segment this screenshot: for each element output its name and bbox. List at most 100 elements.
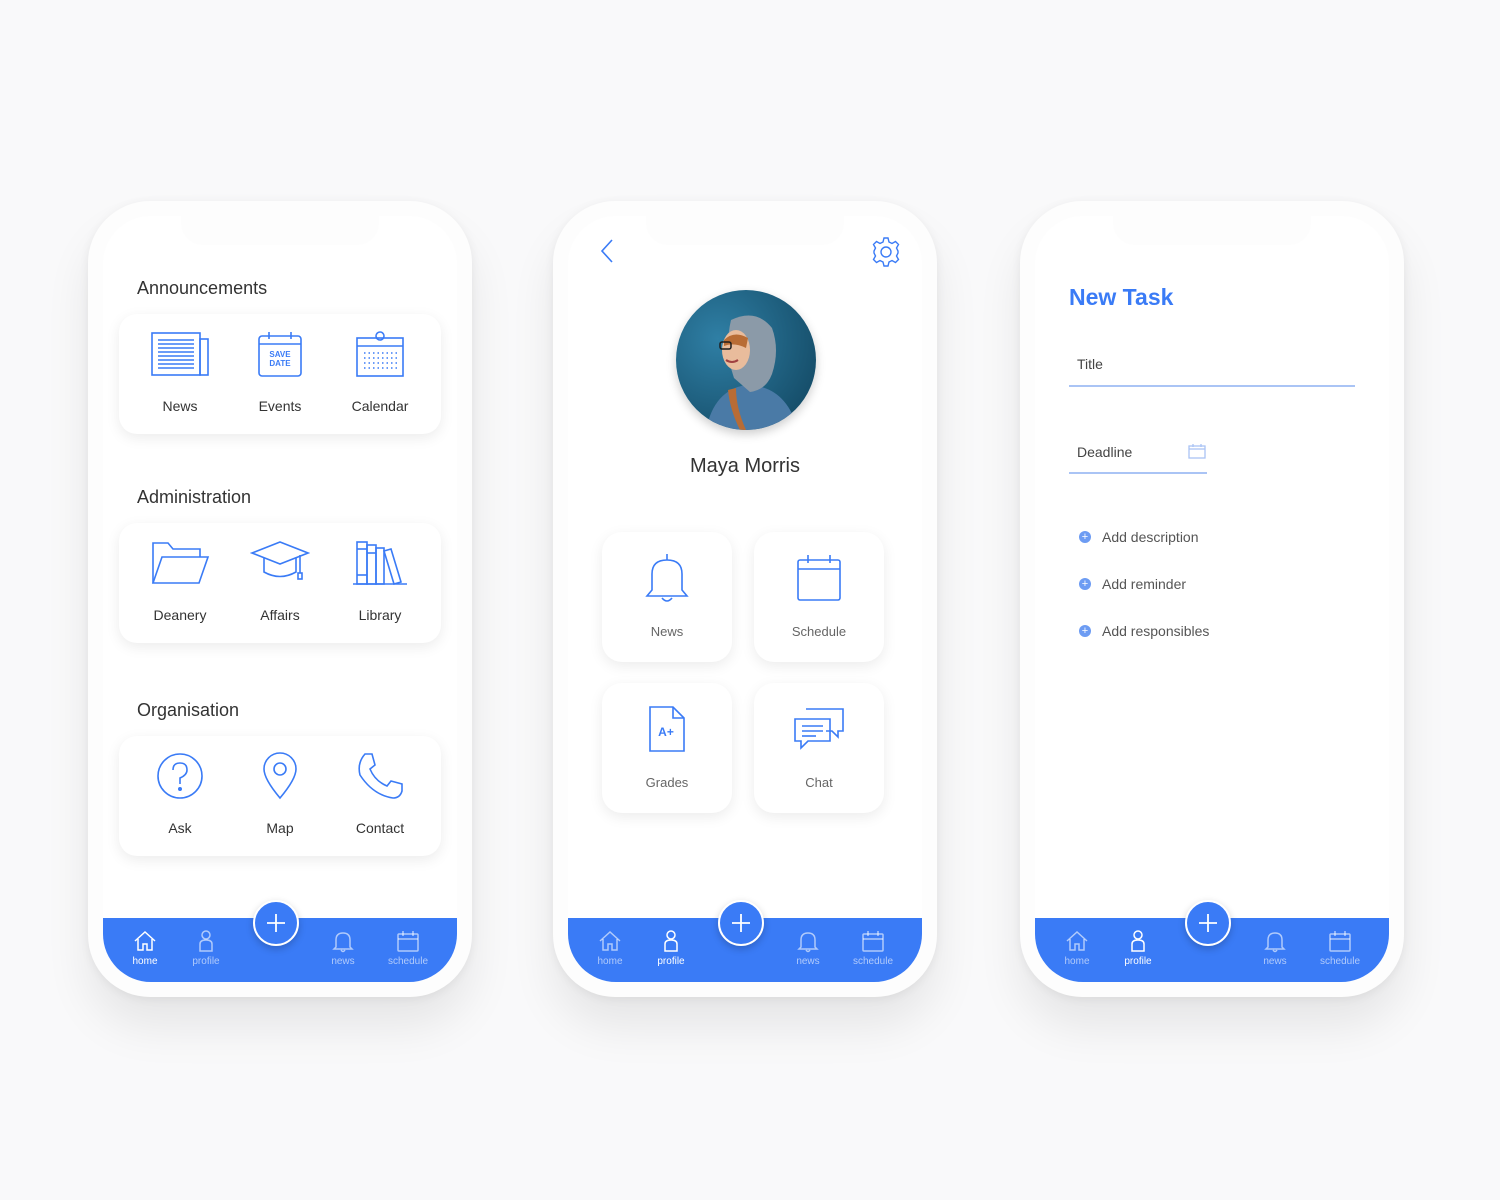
section-title-organisation: Organisation: [137, 700, 240, 720]
bell-icon: [313, 928, 373, 954]
calendar-icon: [1310, 928, 1370, 954]
tile-news[interactable]: News: [602, 532, 732, 662]
tab-label: news: [1263, 956, 1287, 967]
svg-text:DATE: DATE: [269, 359, 291, 368]
home-icon: [580, 928, 640, 954]
tile-grades[interactable]: A+ Grades: [602, 683, 732, 813]
new-task-screen: New Task Title Deadline + Add descriptio…: [1035, 216, 1389, 982]
tile-affairs[interactable]: Affairs: [230, 523, 330, 643]
tile-contact[interactable]: Contact: [330, 736, 430, 856]
add-responsibles-button[interactable]: + Add responsibles: [1079, 621, 1209, 641]
add-reminder-button[interactable]: + Add reminder: [1079, 574, 1186, 594]
deadline-field[interactable]: Deadline: [1069, 444, 1207, 474]
tile-map[interactable]: Map: [230, 736, 330, 856]
tab-home[interactable]: home: [580, 928, 640, 974]
tile-label: Calendar: [351, 398, 409, 414]
add-button[interactable]: [718, 900, 764, 946]
tab-schedule[interactable]: schedule: [378, 928, 438, 974]
administration-card: Deanery Affairs Library: [119, 523, 441, 643]
plus-icon: [267, 914, 285, 932]
person-icon: [176, 928, 236, 954]
tab-label: home: [132, 956, 158, 967]
tile-chat[interactable]: Chat: [754, 683, 884, 813]
back-button[interactable]: [596, 236, 620, 266]
folder-icon: [148, 537, 212, 589]
tab-label: home: [1064, 956, 1090, 967]
books-icon: [348, 537, 412, 589]
tab-bar: home profile news schedule: [103, 900, 457, 982]
tile-label: News: [650, 624, 684, 639]
tab-profile[interactable]: profile: [1108, 928, 1168, 974]
chat-bubbles-icon: [787, 699, 851, 759]
tile-schedule[interactable]: Schedule: [754, 532, 884, 662]
tab-profile[interactable]: profile: [641, 928, 701, 974]
add-action-label: Add reminder: [1102, 576, 1187, 592]
tab-news[interactable]: news: [778, 928, 838, 974]
tab-label: schedule: [1319, 956, 1361, 967]
tab-news[interactable]: news: [313, 928, 373, 974]
tab-profile[interactable]: profile: [176, 928, 236, 974]
tab-news[interactable]: news: [1245, 928, 1305, 974]
tile-news[interactable]: News: [130, 314, 230, 434]
tile-label: News: [162, 398, 198, 414]
settings-button[interactable]: [870, 236, 902, 268]
notch: [646, 216, 844, 245]
grade-document-icon: A+: [635, 699, 699, 759]
add-button[interactable]: [253, 900, 299, 946]
tile-events[interactable]: SAVE DATE Events: [230, 314, 330, 434]
tile-label: Deanery: [153, 607, 207, 623]
tab-label: profile: [192, 956, 220, 967]
plus-circle-icon: +: [1079, 578, 1091, 590]
calendar-icon: [843, 928, 903, 954]
title-field-label: Title: [1077, 356, 1103, 372]
plus-icon: [1199, 914, 1217, 932]
tab-schedule[interactable]: schedule: [843, 928, 903, 974]
bell-icon: [1245, 928, 1305, 954]
tile-calendar[interactable]: Calendar: [330, 314, 430, 434]
gear-icon: [872, 237, 900, 267]
bell-icon: [778, 928, 838, 954]
tab-schedule[interactable]: schedule: [1310, 928, 1370, 974]
tile-deanery[interactable]: Deanery: [130, 523, 230, 643]
calendar-icon[interactable]: [1188, 443, 1206, 464]
tab-bar: home profile news schedule: [568, 900, 922, 982]
phone-profile: Maya Morris News Schedule A+ Grades Chat…: [553, 201, 937, 997]
phone-icon: [348, 750, 412, 802]
avatar: [676, 290, 816, 430]
person-icon: [641, 928, 701, 954]
user-name: Maya Morris: [689, 455, 800, 477]
section-title-announcements: Announcements: [137, 278, 268, 298]
calendar-icon: [787, 548, 851, 608]
tab-label: home: [597, 956, 623, 967]
tile-label: Library: [358, 607, 402, 623]
tab-label: profile: [657, 956, 685, 967]
save-the-date-icon: SAVE DATE: [248, 328, 312, 380]
tile-label: Ask: [168, 820, 192, 836]
tab-label: news: [796, 956, 820, 967]
tab-label: schedule: [852, 956, 894, 967]
profile-screen: Maya Morris News Schedule A+ Grades Chat…: [568, 216, 922, 982]
tab-home[interactable]: home: [115, 928, 175, 974]
tile-library[interactable]: Library: [330, 523, 430, 643]
tile-ask[interactable]: Ask: [130, 736, 230, 856]
home-icon: [115, 928, 175, 954]
add-button[interactable]: [1185, 900, 1231, 946]
question-icon: [148, 750, 212, 802]
title-field[interactable]: Title: [1069, 356, 1355, 387]
tile-label: Chat: [805, 775, 833, 790]
home-screen: Announcements News SAVE DATE Events Cale…: [103, 216, 457, 982]
tab-label: news: [331, 956, 355, 967]
phone-home: Announcements News SAVE DATE Events Cale…: [88, 201, 472, 997]
tile-label: Contact: [355, 820, 405, 836]
plus-icon: [732, 914, 750, 932]
tab-home[interactable]: home: [1047, 928, 1107, 974]
tile-label: Schedule: [791, 624, 847, 639]
add-description-button[interactable]: + Add description: [1079, 527, 1199, 547]
tile-label: Map: [266, 820, 294, 836]
tab-label: schedule: [387, 956, 429, 967]
tab-label: profile: [1124, 956, 1152, 967]
tab-bar: home profile news schedule: [1035, 900, 1389, 982]
chevron-left-icon: [600, 239, 613, 263]
graduation-cap-icon: [248, 537, 312, 589]
plus-circle-icon: +: [1079, 625, 1091, 637]
